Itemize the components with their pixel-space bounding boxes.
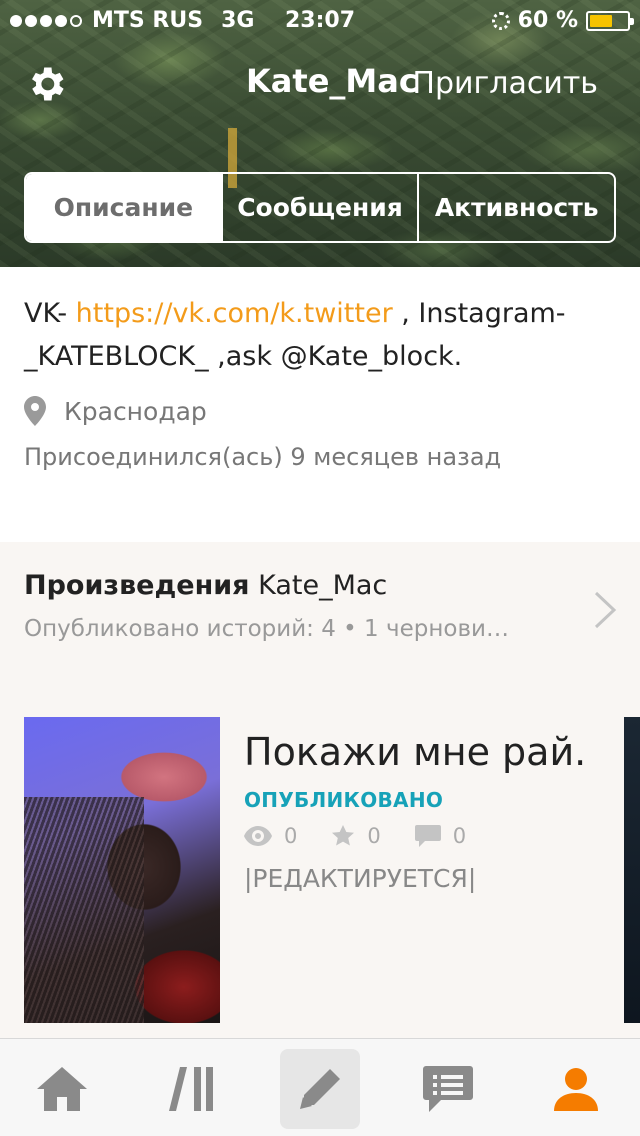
tab-home[interactable] [22,1049,102,1129]
description-prefix: VK- [24,298,76,329]
battery-icon [586,10,634,31]
story-note: |РЕДАКТИРУЕТСЯ| [244,864,477,893]
works-section: Произведения Kate_Mac Опубликовано истор… [0,542,640,1038]
comments-count: 0 [452,824,467,848]
story-cover[interactable] [24,717,220,1023]
profile-icon [554,1068,598,1111]
gear-icon[interactable] [24,62,68,106]
library-icon [169,1067,213,1111]
comment-icon [414,825,441,847]
tab-write[interactable] [280,1049,360,1129]
vk-link[interactable]: https://vk.com/k.twitter [76,298,393,329]
works-author: Kate_Mac [249,570,388,601]
profile-tabs: Описание Сообщения Активность [24,172,616,243]
tab-description[interactable]: Описание [26,174,221,241]
views-count: 0 [284,824,298,848]
story-title[interactable]: Покажи мне рай. [244,730,586,774]
invite-button[interactable]: Пригласить [412,66,598,101]
activity-spinner-icon [491,11,510,30]
next-story-cover[interactable] [624,717,640,1023]
works-title: Произведения [24,570,250,601]
tab-library[interactable] [152,1049,232,1129]
votes-count: 0 [367,824,381,848]
bottom-tab-bar [0,1038,640,1136]
profile-header: MTS RUS 3G 23:07 60 % Kate_Mac Пригласит… [0,0,640,267]
story-status: ОПУБЛИКОВАНО [244,788,444,812]
home-icon [37,1067,87,1111]
works-count: Опубликовано историй: 4 • 1 чернови… [24,616,509,642]
location-pin-icon [24,396,46,426]
story-stats: 0 0 0 [244,824,466,848]
tab-messages[interactable]: Сообщения [220,174,418,241]
status-bar: MTS RUS 3G 23:07 60 % [0,0,640,40]
joined-label: Присоединился(ась) 9 месяцев назад [24,443,502,471]
profile-username: Kate_Mac [246,62,418,100]
battery-percent: 60 % [517,8,578,33]
messages-icon [423,1066,473,1112]
tab-messages-bar[interactable] [408,1049,488,1129]
star-icon [332,825,355,846]
tab-profile[interactable] [536,1049,616,1129]
works-header[interactable]: Произведения Kate_Mac [24,570,387,601]
tab-activity[interactable]: Активность [417,174,614,241]
eye-icon [244,826,272,846]
location-label: Краснодар [64,396,207,426]
profile-description: VK- https://vk.com/k.twitter , Instagram… [24,292,594,378]
write-icon [300,1069,340,1109]
location-row: Краснодар [24,396,207,426]
chevron-right-icon[interactable] [592,590,618,630]
